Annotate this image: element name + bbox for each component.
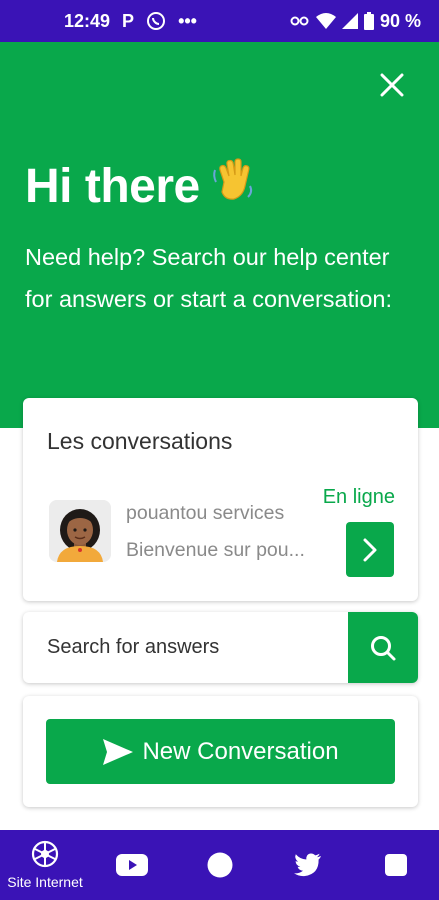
nav-twitter[interactable]: [286, 830, 330, 900]
carrier-letter: P: [122, 10, 135, 31]
cell-signal-icon: [341, 13, 358, 29]
status-time: 12:49: [64, 10, 111, 31]
more-notifications: •••: [178, 10, 197, 31]
conversation-name: pouantou services: [126, 502, 285, 524]
waving-hand-icon: [210, 156, 258, 216]
open-conversation-button[interactable]: [346, 522, 394, 577]
hero-title: Hi there: [25, 156, 258, 216]
send-icon: [103, 738, 134, 765]
bottom-nav: Site Internet: [0, 830, 439, 900]
globe-icon: [31, 840, 59, 868]
circle-icon: [207, 852, 233, 878]
status-bar: 12:49 P ••• 90 %: [0, 0, 439, 42]
vpn-key-icon: [290, 14, 310, 28]
new-conversation-card: New Conversation: [23, 696, 418, 807]
status-right: 90 %: [290, 11, 421, 32]
nav-site-internet-label: Site Internet: [7, 874, 83, 890]
conversations-card: Les conversations pouantou services Bien…: [23, 398, 418, 601]
battery-percent: 90 %: [379, 10, 421, 31]
nav-youtube[interactable]: [110, 830, 154, 900]
nav-square[interactable]: [374, 830, 418, 900]
search-input[interactable]: [23, 612, 348, 683]
search-card: [23, 612, 418, 683]
battery-icon: [363, 12, 374, 30]
hero-header: Hi there Need help? Search our help cent…: [0, 42, 439, 428]
twitter-icon: [294, 853, 321, 877]
hero-title-text: Hi there: [25, 159, 200, 213]
search-button[interactable]: [348, 612, 418, 683]
nav-site-internet[interactable]: Site Internet: [0, 830, 90, 900]
new-conversation-label: New Conversation: [142, 737, 339, 765]
conversation-preview: Bienvenue sur pou...: [126, 539, 305, 561]
nav-circle[interactable]: [198, 830, 242, 900]
wifi-icon: [315, 13, 336, 29]
search-icon: [371, 635, 396, 660]
avatar: [49, 500, 111, 562]
chevron-right-icon: [363, 538, 377, 561]
hero-subtitle: Need help? Search our help center for an…: [25, 244, 393, 312]
status-left: 12:49 P •••: [64, 11, 197, 32]
new-conversation-button[interactable]: New Conversation: [46, 719, 395, 784]
close-button[interactable]: [379, 72, 405, 98]
close-icon: [380, 73, 404, 97]
youtube-icon: [116, 854, 148, 876]
whatsapp-icon: [146, 11, 166, 31]
square-icon: [385, 854, 407, 876]
conversations-title: Les conversations: [47, 428, 233, 454]
online-status: En ligne: [322, 486, 395, 508]
